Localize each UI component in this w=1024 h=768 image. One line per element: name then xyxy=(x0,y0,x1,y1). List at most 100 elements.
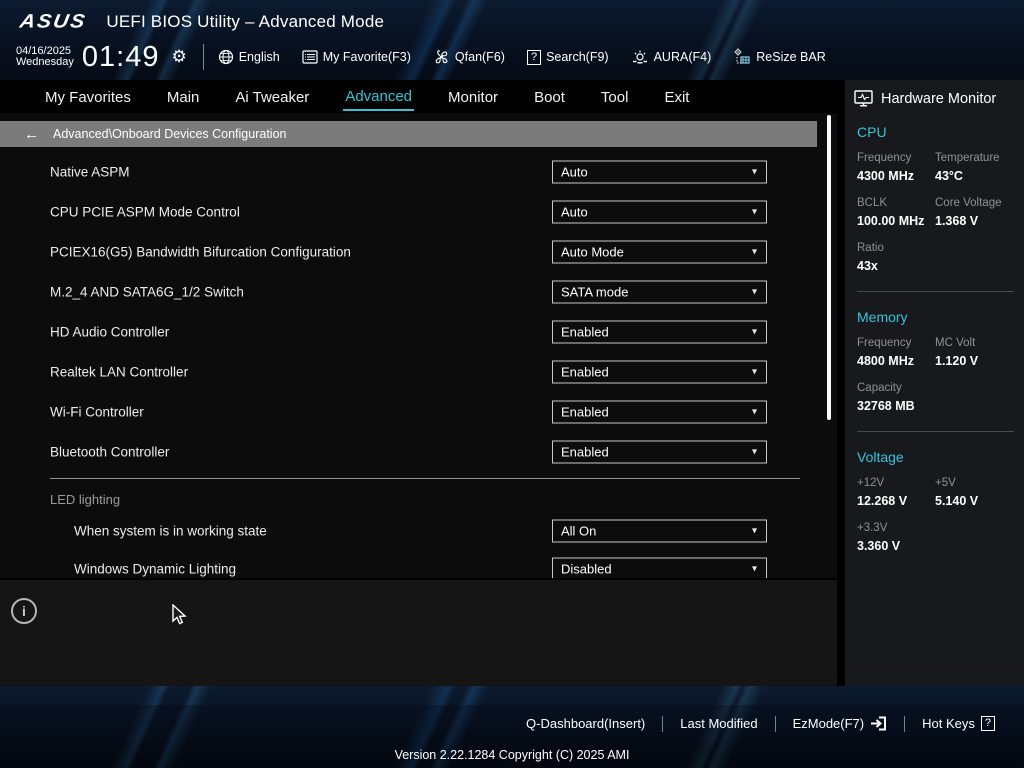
ezmode-button[interactable]: EzMode(F7) xyxy=(776,716,905,731)
version-bar: Version 2.22.1284 Copyright (C) 2025 AMI xyxy=(0,742,1024,768)
back-arrow-icon[interactable]: ← xyxy=(24,126,39,143)
tab-ai-tweaker[interactable]: Ai Tweaker xyxy=(233,84,311,110)
q-dashboard-button[interactable]: Q-Dashboard(Insert) xyxy=(509,716,662,731)
last-modified-label: Last Modified xyxy=(680,716,758,731)
clock: 01:49 xyxy=(81,40,160,73)
ezmode-exit-icon xyxy=(871,716,887,731)
hardware-monitor-icon xyxy=(854,90,873,107)
chevron-down-icon: ▾ xyxy=(751,366,757,378)
tab-monitor[interactable]: Monitor xyxy=(446,84,500,110)
my-favorite-label: My Favorite(F3) xyxy=(322,50,411,64)
chevron-down-icon: ▾ xyxy=(751,563,757,575)
hardware-monitor-title: Hardware Monitor xyxy=(881,90,997,107)
hm-stat-value: 100.00 MHz xyxy=(857,214,925,228)
hm-stat: +12V 12.268 V xyxy=(857,476,935,510)
tab-my-favorites[interactable]: My Favorites xyxy=(43,84,133,110)
setting-label: HD Audio Controller xyxy=(50,324,170,340)
tab-boot[interactable]: Boot xyxy=(532,84,567,110)
breadcrumb-path: Advanced\Onboard Devices Configuration xyxy=(53,127,287,141)
weekday-text: Wednesday xyxy=(16,56,74,68)
hm-stat-value: 43x xyxy=(857,259,878,273)
chevron-down-icon: ▾ xyxy=(751,206,757,218)
hot-keys-button[interactable]: Hot Keys ? xyxy=(905,716,1012,731)
setting-label: Native ASPM xyxy=(50,164,130,180)
chevron-down-icon: ▾ xyxy=(751,246,757,258)
hot-keys-label: Hot Keys xyxy=(922,716,975,731)
setting-label: CPU PCIE ASPM Mode Control xyxy=(50,204,240,220)
aura-label: AURA(F4) xyxy=(653,50,712,64)
setting-row: M.2_4 AND SATA6G_1/2 Switch SATA mode ▾ xyxy=(0,272,837,312)
dropdown-value: Disabled xyxy=(561,561,612,577)
hm-stat: Ratio 43x xyxy=(857,241,935,275)
language-label: English xyxy=(238,50,280,64)
info-icon: i xyxy=(11,598,37,624)
tab-tool[interactable]: Tool xyxy=(599,84,631,110)
chevron-down-icon: ▾ xyxy=(751,286,757,298)
hm-stat-value: 5.140 V xyxy=(935,494,979,508)
resize-bar-button[interactable]: ReSize BAR xyxy=(733,48,826,66)
hm-stat-value: 4300 MHz xyxy=(857,169,914,183)
my-favorite-button[interactable]: My Favorite(F3) xyxy=(302,50,411,64)
setting-label: Wi-Fi Controller xyxy=(50,404,144,420)
wifi-dropdown[interactable]: Enabled ▾ xyxy=(552,400,767,424)
last-modified-button[interactable]: Last Modified xyxy=(663,716,774,731)
setting-label: Bluetooth Controller xyxy=(50,444,170,460)
native-aspm-dropdown[interactable]: Auto ▾ xyxy=(552,160,767,184)
cpu-pcie-aspm-dropdown[interactable]: Auto ▾ xyxy=(552,200,767,224)
m2-sata-switch-dropdown[interactable]: SATA mode ▾ xyxy=(552,280,767,304)
hm-stat: Temperature 43°C xyxy=(935,151,1024,185)
setting-row: Windows Dynamic Lighting Disabled ▾ xyxy=(0,550,837,578)
hd-audio-dropdown[interactable]: Enabled ▾ xyxy=(552,320,767,344)
tab-exit[interactable]: Exit xyxy=(662,84,691,110)
qfan-button[interactable]: Qfan(F6) xyxy=(433,49,505,65)
hm-stat-label: BCLK xyxy=(857,197,888,209)
gear-icon[interactable]: ⚙ xyxy=(171,47,186,67)
hm-stat-value: 43°C xyxy=(935,169,963,183)
hm-section-memory: Memory xyxy=(857,309,908,325)
hm-stat: Frequency 4300 MHz xyxy=(857,151,935,185)
pciex16-bifurcation-dropdown[interactable]: Auto Mode ▾ xyxy=(552,240,767,264)
led-lighting-section-label: LED lighting xyxy=(50,492,121,507)
bios-screen: ASUS UEFI BIOS Utility – Advanced Mode 0… xyxy=(0,0,1024,768)
setting-row: When system is in working state All On ▾ xyxy=(0,512,837,550)
search-button[interactable]: ? Search(F9) xyxy=(526,49,609,65)
hm-section-cpu: CPU xyxy=(857,124,887,140)
app-title: UEFI BIOS Utility – Advanced Mode xyxy=(106,12,385,31)
setting-label: Realtek LAN Controller xyxy=(50,364,189,380)
hot-keys-question-icon: ? xyxy=(980,716,995,731)
hm-stat-value: 1.368 V xyxy=(935,214,979,228)
setting-label: When system is in working state xyxy=(74,523,267,539)
language-button[interactable]: English xyxy=(218,49,280,65)
q-dashboard-label: Q-Dashboard(Insert) xyxy=(526,716,646,731)
aura-button[interactable]: AURA(F4) xyxy=(631,49,712,65)
tab-main[interactable]: Main xyxy=(165,84,202,110)
setting-row: Native ASPM Auto ▾ xyxy=(0,152,837,192)
dropdown-value: Enabled xyxy=(561,324,609,340)
hm-stat: BCLK 100.00 MHz xyxy=(857,196,935,230)
divider xyxy=(202,44,204,70)
windows-dynamic-lighting-dropdown[interactable]: Disabled ▾ xyxy=(552,557,767,578)
hm-stat-value: 1.120 V xyxy=(935,354,979,368)
hm-stat-label: MC Volt xyxy=(935,337,976,349)
tab-advanced[interactable]: Advanced xyxy=(343,83,415,111)
hm-stat-label: Temperature xyxy=(935,152,1000,164)
my-favorite-icon xyxy=(302,50,318,64)
bluetooth-dropdown[interactable]: Enabled ▾ xyxy=(552,440,767,464)
search-icon: ? xyxy=(526,49,542,65)
hm-stat-label: Core Voltage xyxy=(935,197,1002,209)
scrollbar[interactable] xyxy=(827,115,831,420)
hm-stat-value: 4800 MHz xyxy=(857,354,914,368)
hm-stat: Core Voltage 1.368 V xyxy=(935,196,1024,230)
asus-logo: ASUS xyxy=(18,10,89,33)
resize-bar-icon xyxy=(734,48,750,64)
setting-row: CPU PCIE ASPM Mode Control Auto ▾ xyxy=(0,192,837,232)
dropdown-value: Auto xyxy=(561,204,588,220)
hm-stat-value: 12.268 V xyxy=(857,494,908,508)
realtek-lan-dropdown[interactable]: Enabled ▾ xyxy=(552,360,767,384)
globe-icon xyxy=(218,49,233,65)
led-working-state-dropdown[interactable]: All On ▾ xyxy=(552,519,767,543)
hardware-monitor-panel: Hardware Monitor CPU Frequency 4300 MHz T… xyxy=(845,80,1024,705)
hm-section-voltage: Voltage xyxy=(857,449,904,465)
hm-stat-label: Ratio xyxy=(857,242,884,254)
hm-stat: Capacity 32768 MB xyxy=(857,381,935,415)
